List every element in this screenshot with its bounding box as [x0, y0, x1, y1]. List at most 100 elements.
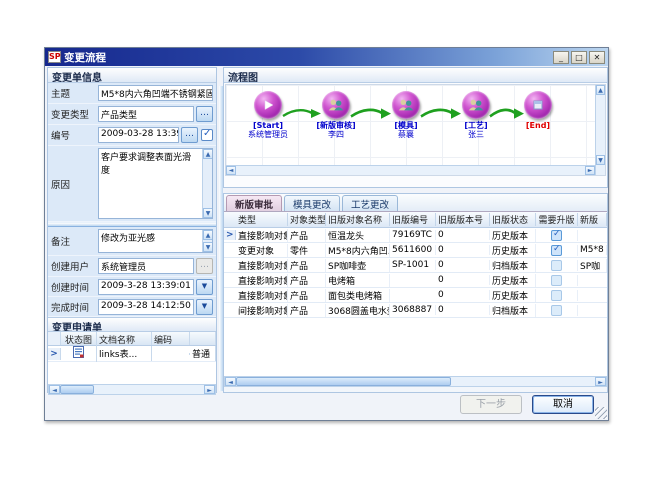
scroll-up-icon[interactable]: ▲: [596, 85, 605, 95]
flow-node-review[interactable]: [新版审核] 李四: [304, 91, 368, 139]
table-row[interactable]: 直接影响对象 产品 面包类电烤箱 0 历史版本: [224, 288, 607, 303]
flow-chart-panel: 流程图 [Start] 系统管理员: [223, 67, 608, 188]
old-status-cell: 历史版本: [490, 244, 536, 257]
scrollbar-thumb[interactable]: [60, 385, 94, 394]
change-type-input[interactable]: 产品类型: [98, 106, 194, 122]
old-status-cell: 归档版本: [490, 259, 536, 272]
flow-node-craft[interactable]: [工艺] 张三: [444, 91, 508, 139]
flow-node-start[interactable]: [Start] 系统管理员: [236, 91, 300, 139]
number-input[interactable]: 2009-03-28 13:39:01: [98, 127, 179, 143]
number-picker-button[interactable]: …: [181, 127, 198, 143]
document-icon: [61, 345, 97, 362]
create-time-dropdown-icon[interactable]: ▼: [196, 279, 213, 295]
flow-panel-header: 流程图: [224, 68, 607, 83]
titlebar[interactable]: SP 变更流程 _ □ ✕: [45, 48, 608, 66]
reason-scrollbar[interactable]: ▲ ▼: [202, 149, 212, 218]
resize-grip[interactable]: [595, 407, 607, 419]
flow-node-end[interactable]: [End]: [506, 91, 570, 130]
change-type-picker-button[interactable]: …: [196, 106, 213, 122]
column-need-upgrade[interactable]: 需要升版: [536, 213, 578, 226]
creator-row: 创建用户 系统管理员 …: [48, 256, 216, 277]
approval-table-hscrollbar[interactable]: ◄ ►: [224, 376, 607, 387]
tab-mold-change[interactable]: 模具更改: [284, 195, 340, 211]
minimize-button[interactable]: _: [553, 51, 569, 64]
table-row[interactable]: 间接影响对象 产品 3068圆盖电水壶 3068887 0 归档版本: [224, 303, 607, 318]
reason-textarea[interactable]: 客户要求调整表面光滑度 ▲ ▼: [98, 148, 213, 219]
tab-new-version-approval[interactable]: 新版审批: [226, 195, 282, 211]
column-type[interactable]: 类型: [236, 213, 288, 226]
needs-upgrade-checkbox[interactable]: [551, 290, 562, 301]
people-node-icon[interactable]: [322, 91, 350, 119]
column-old-no[interactable]: 旧版编号: [390, 213, 436, 226]
scrollbar-thumb[interactable]: [236, 377, 451, 386]
end-node-icon[interactable]: [524, 91, 552, 119]
flow-node-mold[interactable]: [模具] 蔡襄: [374, 91, 438, 139]
type-cell: 间接影响对象: [236, 304, 288, 317]
new-name-cell: SP咖: [578, 259, 607, 272]
old-status-cell: 历史版本: [490, 229, 536, 242]
create-time-row: 创建时间 2009-3-28 13:39:01 ▼: [48, 277, 216, 297]
scroll-left-icon[interactable]: ◄: [225, 377, 236, 386]
scroll-left-icon[interactable]: ◄: [226, 166, 236, 175]
column-code[interactable]: 编码: [152, 332, 190, 345]
subject-input[interactable]: M5*8内六角凹端不锈钢紧固螺钉: [98, 85, 213, 101]
scroll-left-icon[interactable]: ◄: [49, 385, 60, 394]
column-status-icon[interactable]: 状态图: [61, 332, 97, 345]
creator-input[interactable]: 系统管理员: [98, 258, 194, 274]
needs-upgrade-checkbox[interactable]: [551, 260, 562, 271]
scroll-right-icon[interactable]: ►: [585, 166, 595, 175]
number-checkbox[interactable]: [201, 129, 213, 141]
table-row[interactable]: 变更对象 零件 M5*8内六角凹... 5611600 0 历史版本 M5*8: [224, 243, 607, 258]
column-obj-type[interactable]: 对象类型: [288, 213, 326, 226]
scroll-down-icon[interactable]: ▼: [203, 208, 213, 218]
create-time-label: 创建时间: [51, 280, 98, 294]
row-selector: >: [48, 348, 61, 360]
column-old-status[interactable]: 旧版状态: [490, 213, 536, 226]
start-node-icon[interactable]: [254, 91, 282, 119]
tab-craft-change[interactable]: 工艺更改: [342, 195, 398, 211]
needs-upgrade-checkbox[interactable]: [551, 245, 562, 256]
table-row[interactable]: > links表... 普通: [48, 346, 216, 362]
maximize-button[interactable]: □: [571, 51, 587, 64]
type-cell: 变更对象: [236, 244, 288, 257]
people-node-icon[interactable]: [392, 91, 420, 119]
old-no-cell: 79169TC: [390, 230, 436, 240]
finish-time-input[interactable]: 2009-3-28 14:12:50: [98, 299, 194, 315]
close-button[interactable]: ✕: [589, 51, 605, 64]
needs-upgrade-checkbox[interactable]: [551, 305, 562, 316]
column-old-name[interactable]: 旧版对象名称: [326, 213, 390, 226]
old-no-cell: 3068887: [390, 305, 436, 315]
scroll-up-icon[interactable]: ▲: [203, 149, 213, 159]
change-type-label: 变更类型: [51, 107, 98, 121]
column-new-version[interactable]: 新版: [578, 213, 607, 226]
remarks-textarea[interactable]: 修改为亚光感 ▲ ▼: [98, 229, 213, 253]
needs-upgrade-checkbox[interactable]: [551, 230, 562, 241]
flow-hscrollbar[interactable]: ◄ ►: [226, 165, 595, 175]
table-row[interactable]: 直接影响对象 产品 电烤箱 0 历史版本: [224, 273, 607, 288]
old-no-cell: SP-1001: [390, 260, 436, 270]
column-doc-name[interactable]: 文档名称: [97, 332, 152, 345]
finish-time-dropdown-icon[interactable]: ▼: [196, 299, 213, 315]
old-status-cell: 历史版本: [490, 289, 536, 302]
old-ver-cell: 0: [436, 290, 490, 300]
reason-row: 原因 客户要求调整表面光滑度 ▲ ▼: [48, 146, 216, 222]
column-old-ver[interactable]: 旧版版本号: [436, 213, 490, 226]
scroll-down-icon[interactable]: ▼: [203, 242, 213, 252]
flow-vscrollbar[interactable]: ▲ ▼: [595, 85, 605, 175]
table-row[interactable]: > 直接影响对象 产品 恒温龙头 79169TC 0 历史版本: [224, 228, 607, 243]
node-step-label: [工艺]: [444, 121, 508, 130]
scroll-right-icon[interactable]: ►: [204, 385, 215, 394]
scroll-up-icon[interactable]: ▲: [203, 230, 213, 240]
remarks-scrollbar[interactable]: ▲ ▼: [202, 230, 212, 252]
cancel-button[interactable]: 取消: [532, 395, 594, 414]
needs-upgrade-checkbox[interactable]: [551, 275, 562, 286]
scroll-right-icon[interactable]: ►: [595, 377, 606, 386]
request-table-hscrollbar[interactable]: ◄ ►: [48, 384, 216, 395]
people-node-icon[interactable]: [462, 91, 490, 119]
scroll-down-icon[interactable]: ▼: [596, 155, 605, 165]
flow-chart-area[interactable]: [Start] 系统管理员 [新版审核] 李四 [模: [225, 84, 606, 176]
create-time-input[interactable]: 2009-3-28 13:39:01: [98, 279, 194, 295]
table-row[interactable]: 直接影响对象 产品 SP咖啡壶 SP-1001 0 归档版本 SP咖: [224, 258, 607, 273]
number-label: 编号: [51, 128, 98, 142]
remarks-label: 备注: [51, 234, 98, 248]
